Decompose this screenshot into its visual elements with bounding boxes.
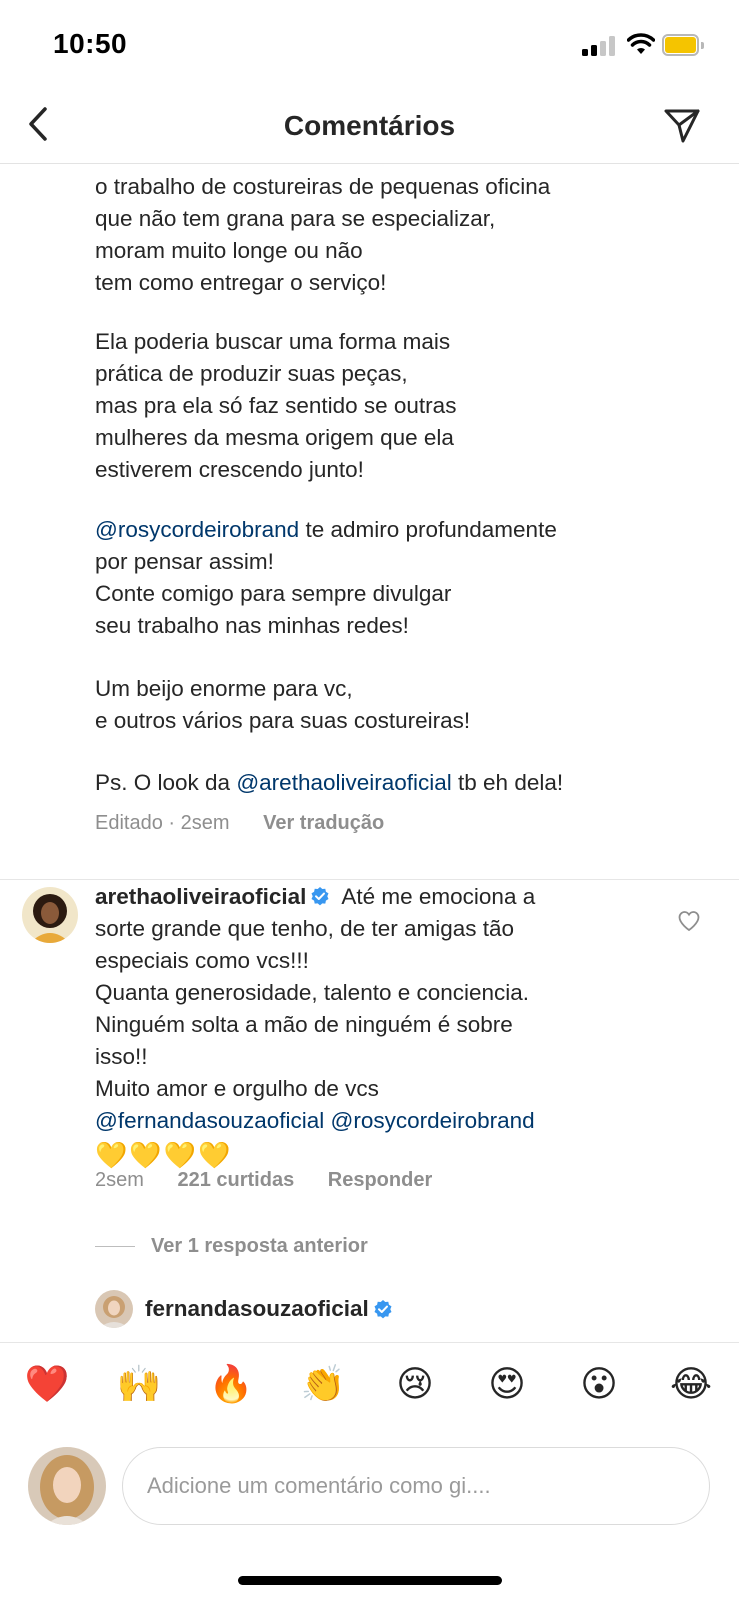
battery-icon [662,34,704,56]
see-translation-button[interactable]: Ver tradução [263,812,384,834]
comment-composer [0,1424,739,1554]
comment-timestamp: 2sem [95,1169,144,1191]
divider [95,1245,135,1247]
caption-text: o trabalho de costureiras de pequenas of… [95,171,715,299]
comment-text: isso!! [95,1044,148,1069]
caption-line: prática de produzir suas peças, [95,361,408,386]
caption-line: seu trabalho nas minhas redes! [95,613,409,638]
caption-timestamp: Editado · 2sem [95,812,230,834]
reply-username[interactable]: fernandasouzaoficial [145,1296,369,1322]
emoji-clapping-hands[interactable]: 👏 [300,1361,346,1407]
emoji-laughing-tears[interactable]: 😂 [668,1361,714,1407]
comment-text: sorte grande que tenho, de ter amigas tã… [95,916,515,941]
mention-link[interactable]: @rosycordeirobrand [95,517,299,542]
emoji-surprised-face[interactable]: 😮 [576,1361,622,1407]
comment-meta: 2sem 221 curtidas Responder [95,1169,432,1192]
caption-line: que não tem grana para se especializar, [95,206,496,231]
caption-line: tem como entregar o serviço! [95,270,387,295]
caption-text: Ps. O look da @arethaoliveiraoficial tb … [95,767,715,799]
mention-link[interactable]: @arethaoliveiraoficial [236,770,451,795]
view-replies-label: Ver 1 resposta anterior [151,1234,368,1257]
mention-link[interactable]: @rosycordeirobrand [331,1108,535,1133]
home-indicator [238,1576,502,1585]
caption-line: estiverem crescendo junto! [95,457,364,482]
caption-line: por pensar assim! [95,549,274,574]
quick-reaction-bar: ❤️ 🙌 🔥 👏 😢 😍 😮 😂 [0,1342,739,1424]
caption-line: Conte comigo para sempre divulgar [95,581,452,606]
current-user-avatar [28,1447,106,1525]
comment-input[interactable] [122,1447,710,1525]
caption-text: Um beijo enorme para vc, e outros vários… [95,673,715,737]
status-time: 10:50 [53,28,128,59]
caption-line: Ps. O look da [95,770,237,795]
comment-text: Até me emociona a [336,884,536,909]
status-bar: 10:50 [0,0,739,90]
comment-text: especiais como vcs!!! [95,948,309,973]
caption-meta: Editado · 2sem Ver tradução [95,812,384,835]
likes-count-button[interactable]: 221 curtidas [177,1169,294,1191]
reply-avatar[interactable] [95,1290,133,1328]
caption-line: o trabalho de costureiras de pequenas of… [95,174,551,199]
caption-line: Um beijo enorme para vc, [95,676,353,701]
comments-list[interactable]: o trabalho de costureiras de pequenas of… [0,165,739,1342]
comment-emoji: 💛💛💛💛 [95,1140,233,1170]
comment-text: Quanta generosidade, talento e concienci… [95,980,530,1005]
emoji-raising-hands[interactable]: 🙌 [116,1361,162,1407]
comment-body: arethaoliveiraoficial Até me emociona a … [95,881,675,1173]
comment-text: Muito amor e orgulho de vcs [95,1076,379,1101]
emoji-red-heart[interactable]: ❤️ [24,1361,70,1407]
wifi-icon [627,33,655,54]
caption-line: mulheres da mesma origem que ela [95,425,454,450]
caption-text: @rosycordeirobrand te admiro profundamen… [95,514,715,642]
caption-text: Ela poderia buscar uma forma mais prátic… [95,326,715,486]
comment-username[interactable]: arethaoliveiraoficial [95,884,306,909]
caption-line: mas pra ela só faz sentido se outras [95,393,457,418]
emoji-fire[interactable]: 🔥 [208,1361,254,1407]
cellular-signal-icon [582,36,616,56]
caption-line: tb eh dela! [451,770,564,795]
commenter-avatar[interactable] [22,887,78,943]
like-heart-icon[interactable] [677,909,701,933]
reply-button[interactable]: Responder [328,1169,432,1191]
top-navigation-bar: Comentários [0,92,739,164]
caption-line: te admiro profundamente [299,517,557,542]
share-button[interactable] [660,104,704,148]
caption-line: moram muito longe ou não [95,238,363,263]
emoji-crying-face[interactable]: 😢 [392,1361,438,1407]
divider [0,879,739,880]
paper-plane-icon [664,109,700,143]
reply-item: fernandasouzaoficial [95,1289,399,1329]
verified-badge-icon [311,887,329,906]
view-replies-button[interactable]: Ver 1 resposta anterior [95,1231,368,1261]
emoji-heart-eyes[interactable]: 😍 [484,1361,530,1407]
comment-text: Ninguém solta a mão de ninguém é sobre [95,1012,513,1037]
mention-link[interactable]: @fernandasouzaoficial [95,1108,324,1133]
caption-line: Ela poderia buscar uma forma mais [95,329,451,354]
page-title: Comentários [283,110,456,141]
caption-line: e outros vários para suas costureiras! [95,708,471,733]
verified-badge-icon [374,1300,392,1319]
